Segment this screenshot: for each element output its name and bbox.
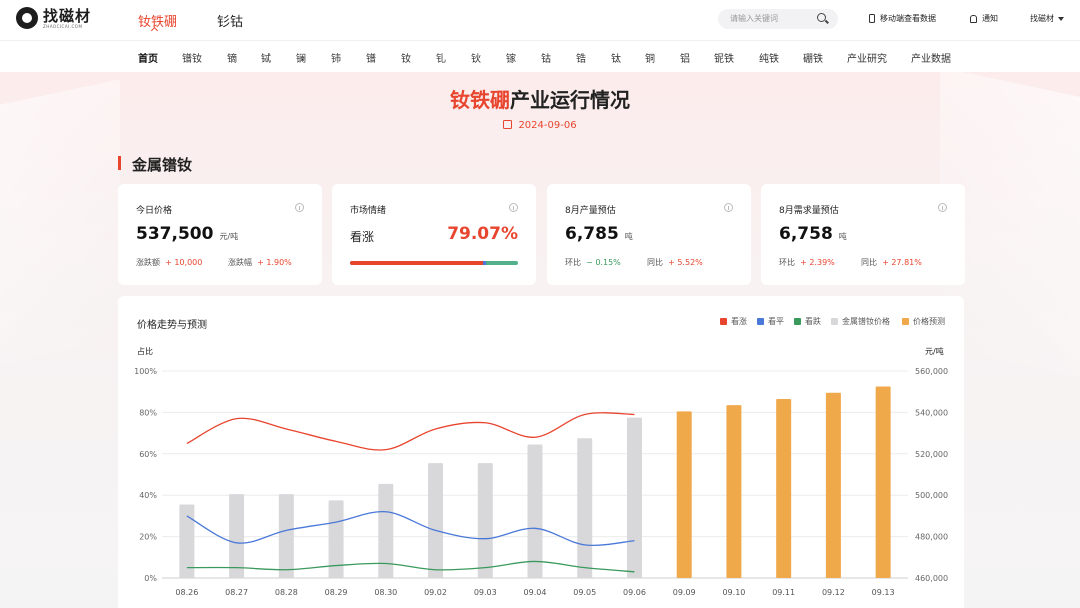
x-tick-label: 08.28 (275, 588, 298, 597)
left-tick-label: 20% (139, 533, 157, 542)
right-tick-label: 520,000 (915, 450, 948, 459)
bar (428, 463, 444, 578)
right-tick-label: 480,000 (915, 533, 948, 542)
x-tick-label: 09.04 (524, 588, 547, 597)
x-tick-label: 08.27 (225, 588, 248, 597)
series-line (186, 560, 635, 573)
bar (776, 398, 792, 578)
bar (825, 392, 841, 578)
left-tick-label: 0% (144, 574, 157, 583)
bar (577, 438, 593, 578)
x-tick-label: 08.26 (175, 588, 198, 597)
x-tick-label: 08.29 (325, 588, 348, 597)
right-tick-label: 460,000 (915, 574, 948, 583)
right-tick-label: 560,000 (915, 367, 948, 376)
x-tick-label: 09.05 (573, 588, 596, 597)
x-tick-label: 09.02 (424, 588, 447, 597)
bar (229, 494, 245, 578)
bar (726, 405, 742, 578)
x-tick-label: 09.12 (822, 588, 845, 597)
price-trend-chart: 0% 20% 40% 60% 80% 100% 460,000 480,000 500,000 5… (134, 367, 948, 597)
x-tick-label: 09.03 (474, 588, 497, 597)
bar (527, 444, 543, 578)
right-tick-label: 500,000 (915, 491, 948, 500)
x-tick-label: 09.11 (772, 588, 795, 597)
left-tick-label: 40% (139, 491, 157, 500)
x-tick-label: 08.30 (374, 588, 397, 597)
series-line (186, 511, 635, 546)
x-tick-label: 09.09 (673, 588, 696, 597)
bar (477, 463, 493, 578)
right-tick-label: 540,000 (915, 408, 948, 417)
left-tick-label: 100% (134, 367, 157, 376)
x-tick-label: 09.10 (722, 588, 745, 597)
bar (676, 411, 692, 578)
left-tick-label: 60% (139, 450, 157, 459)
bar (626, 417, 642, 578)
x-tick-label: 09.06 (623, 588, 646, 597)
series-line (186, 412, 635, 451)
bar (875, 386, 891, 578)
bar (278, 494, 294, 578)
x-tick-label: 09.13 (872, 588, 895, 597)
left-tick-label: 80% (139, 408, 157, 417)
